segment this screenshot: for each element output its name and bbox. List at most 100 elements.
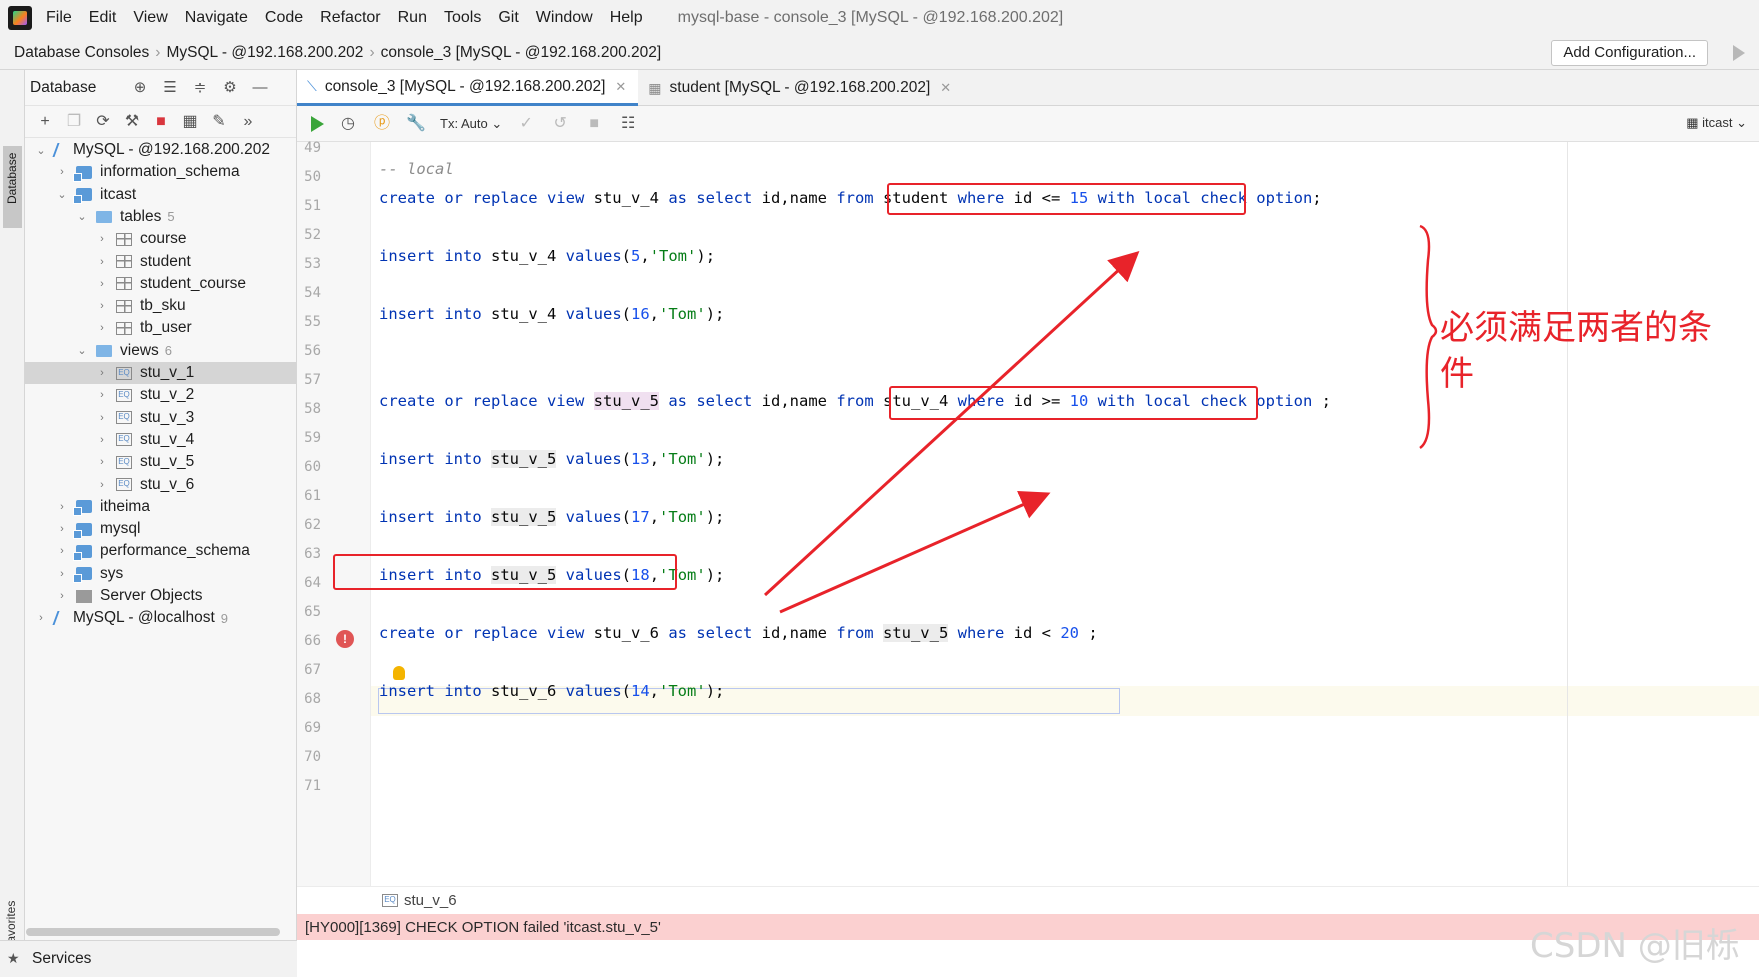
output-settings-icon[interactable]: ☷ (618, 114, 638, 134)
schema-icon (73, 500, 92, 517)
chevron-right-icon[interactable]: › (96, 479, 108, 491)
chevron-down-icon[interactable]: ⌄ (76, 344, 88, 357)
tree-node[interactable]: › EQ stu_v_2 (25, 384, 296, 406)
menu-refactor[interactable]: Refactor (320, 9, 380, 27)
menu-code[interactable]: Code (265, 9, 303, 27)
chevron-right-icon[interactable]: › (96, 389, 108, 401)
wrench-icon[interactable]: 🔧 (406, 114, 426, 134)
horizontal-scrollbar[interactable] (26, 928, 280, 936)
menu-run[interactable]: Run (398, 9, 427, 27)
tree-node[interactable]: ⌄ tables 5 (25, 206, 296, 228)
tree-node[interactable]: › student (25, 251, 296, 273)
tree-node[interactable]: › EQ stu_v_1 (25, 362, 296, 384)
schema-selector[interactable]: ▦ itcast ⌄ (1686, 115, 1747, 131)
chevron-right-icon[interactable]: › (96, 278, 108, 290)
chevron-right-icon[interactable]: › (96, 367, 108, 379)
gear-icon[interactable]: ⚙ (221, 79, 239, 97)
chevron-right-icon[interactable]: › (56, 545, 68, 557)
services-tool-tab[interactable]: Services (0, 940, 297, 977)
schema-settings-icon[interactable]: ⚒ (122, 112, 142, 132)
tree-node[interactable]: › EQ stu_v_4 (25, 429, 296, 451)
tree-node[interactable]: ⌄ views 6 (25, 340, 296, 362)
rollback-icon[interactable]: ↺ (550, 114, 570, 134)
explain-plan-icon[interactable]: ⓟ (372, 114, 392, 134)
execute-icon[interactable] (311, 115, 324, 132)
tree-node[interactable]: › EQ stu_v_6 (25, 474, 296, 496)
tree-node[interactable]: › EQ stu_v_5 (25, 451, 296, 473)
refresh-icon[interactable]: ⟳ (93, 112, 113, 132)
table-editor-icon[interactable]: ▦ (180, 112, 200, 132)
copy-icon[interactable]: ❐ (64, 112, 84, 132)
menu-navigate[interactable]: Navigate (185, 9, 248, 27)
chevron-right-icon[interactable]: › (96, 456, 108, 468)
chevron-right-icon[interactable]: › (96, 412, 108, 424)
tree-node[interactable]: › MySQL - @localhost 9 (25, 607, 296, 629)
tree-node[interactable]: › mysql (25, 518, 296, 540)
tree-node[interactable]: › information_schema (25, 161, 296, 183)
close-icon[interactable]: ✕ (940, 80, 951, 96)
line-number: 69 (304, 720, 321, 736)
chevron-right-icon[interactable]: › (35, 612, 47, 624)
database-tool-tab[interactable]: Database (3, 146, 22, 228)
tree-node[interactable]: ⌄ MySQL - @192.168.200.202 (25, 139, 296, 161)
star-icon[interactable]: ★ (7, 950, 20, 967)
edit-icon[interactable]: ✎ (209, 112, 229, 132)
commit-icon[interactable]: ✓ (516, 114, 536, 134)
menu-file[interactable]: File (46, 9, 72, 27)
transaction-mode-select[interactable]: Tx: Auto ⌄ (440, 116, 502, 132)
sql-editor[interactable]: -- local create or replace view stu_v_4 … (333, 142, 1759, 886)
chevron-right-icon[interactable]: › (56, 568, 68, 580)
tree-node[interactable]: › EQ stu_v_3 (25, 407, 296, 429)
menu-window[interactable]: Window (536, 9, 593, 27)
chevron-right-icon[interactable]: › (96, 322, 108, 334)
close-icon[interactable]: ✕ (615, 79, 626, 95)
tree-node[interactable]: › Server Objects (25, 585, 296, 607)
chevron-right-icon[interactable]: › (96, 233, 108, 245)
add-icon[interactable]: + (35, 112, 55, 132)
run-configuration-icon[interactable] (1733, 45, 1745, 61)
chevron-down-icon[interactable]: ⌄ (56, 188, 68, 201)
breadcrumb-item[interactable]: Database Consoles (14, 44, 149, 62)
minimize-icon[interactable]: — (251, 79, 269, 97)
tab-console-3[interactable]: ⟍ console_3 [MySQL - @192.168.200.202] ✕ (297, 70, 639, 106)
more-icon[interactable]: » (238, 112, 258, 132)
stop-icon[interactable]: ■ (584, 114, 604, 134)
menu-help[interactable]: Help (610, 9, 643, 27)
editor-breadcrumb-item[interactable]: stu_v_6 (404, 892, 457, 909)
collapse-all-icon[interactable]: ≑ (191, 79, 209, 97)
tree-node[interactable]: › sys (25, 563, 296, 585)
expand-all-icon[interactable]: ☰ (161, 79, 179, 97)
chevron-right-icon[interactable]: › (96, 300, 108, 312)
add-configuration-button[interactable]: Add Configuration... (1551, 40, 1708, 66)
error-icon[interactable]: ! (336, 630, 354, 648)
chevron-right-icon[interactable]: › (56, 501, 68, 513)
menu-tools[interactable]: Tools (444, 9, 481, 27)
target-icon[interactable]: ⊕ (131, 79, 149, 97)
tree-node-label: stu_v_4 (140, 430, 195, 448)
tree-node[interactable]: ⌄ itcast (25, 184, 296, 206)
menu-git[interactable]: Git (498, 9, 518, 27)
menu-view[interactable]: View (133, 9, 167, 27)
chevron-down-icon[interactable]: ⌄ (76, 210, 88, 223)
stop-icon[interactable]: ■ (151, 112, 171, 132)
tree-node-label: stu_v_1 (140, 364, 195, 381)
menu-edit[interactable]: Edit (89, 9, 117, 27)
tree-node[interactable]: › performance_schema (25, 540, 296, 562)
tree-node[interactable]: › tb_user (25, 317, 296, 339)
tree-node[interactable]: › course (25, 228, 296, 250)
tree-node[interactable]: › itheima (25, 496, 296, 518)
chevron-right-icon[interactable]: › (56, 590, 68, 602)
lightbulb-icon[interactable] (393, 666, 405, 680)
tree-node[interactable]: › tb_sku (25, 295, 296, 317)
breadcrumb-item[interactable]: console_3 [MySQL - @192.168.200.202] (381, 44, 662, 62)
chevron-right-icon[interactable]: › (56, 523, 68, 535)
tree-node[interactable]: › student_course (25, 273, 296, 295)
tab-student[interactable]: ▦ student [MySQL - @192.168.200.202] ✕ (638, 70, 963, 106)
chevron-right-icon[interactable]: › (96, 256, 108, 268)
chevron-down-icon[interactable]: ⌄ (35, 144, 47, 157)
breadcrumb-item[interactable]: MySQL - @192.168.200.202 (166, 44, 363, 62)
history-icon[interactable]: ◷ (338, 114, 358, 134)
chevron-right-icon[interactable]: › (96, 434, 108, 446)
code-line-62: insert into stu_v_5 values(17,'Tom'); (379, 508, 725, 526)
chevron-right-icon[interactable]: › (56, 166, 68, 178)
